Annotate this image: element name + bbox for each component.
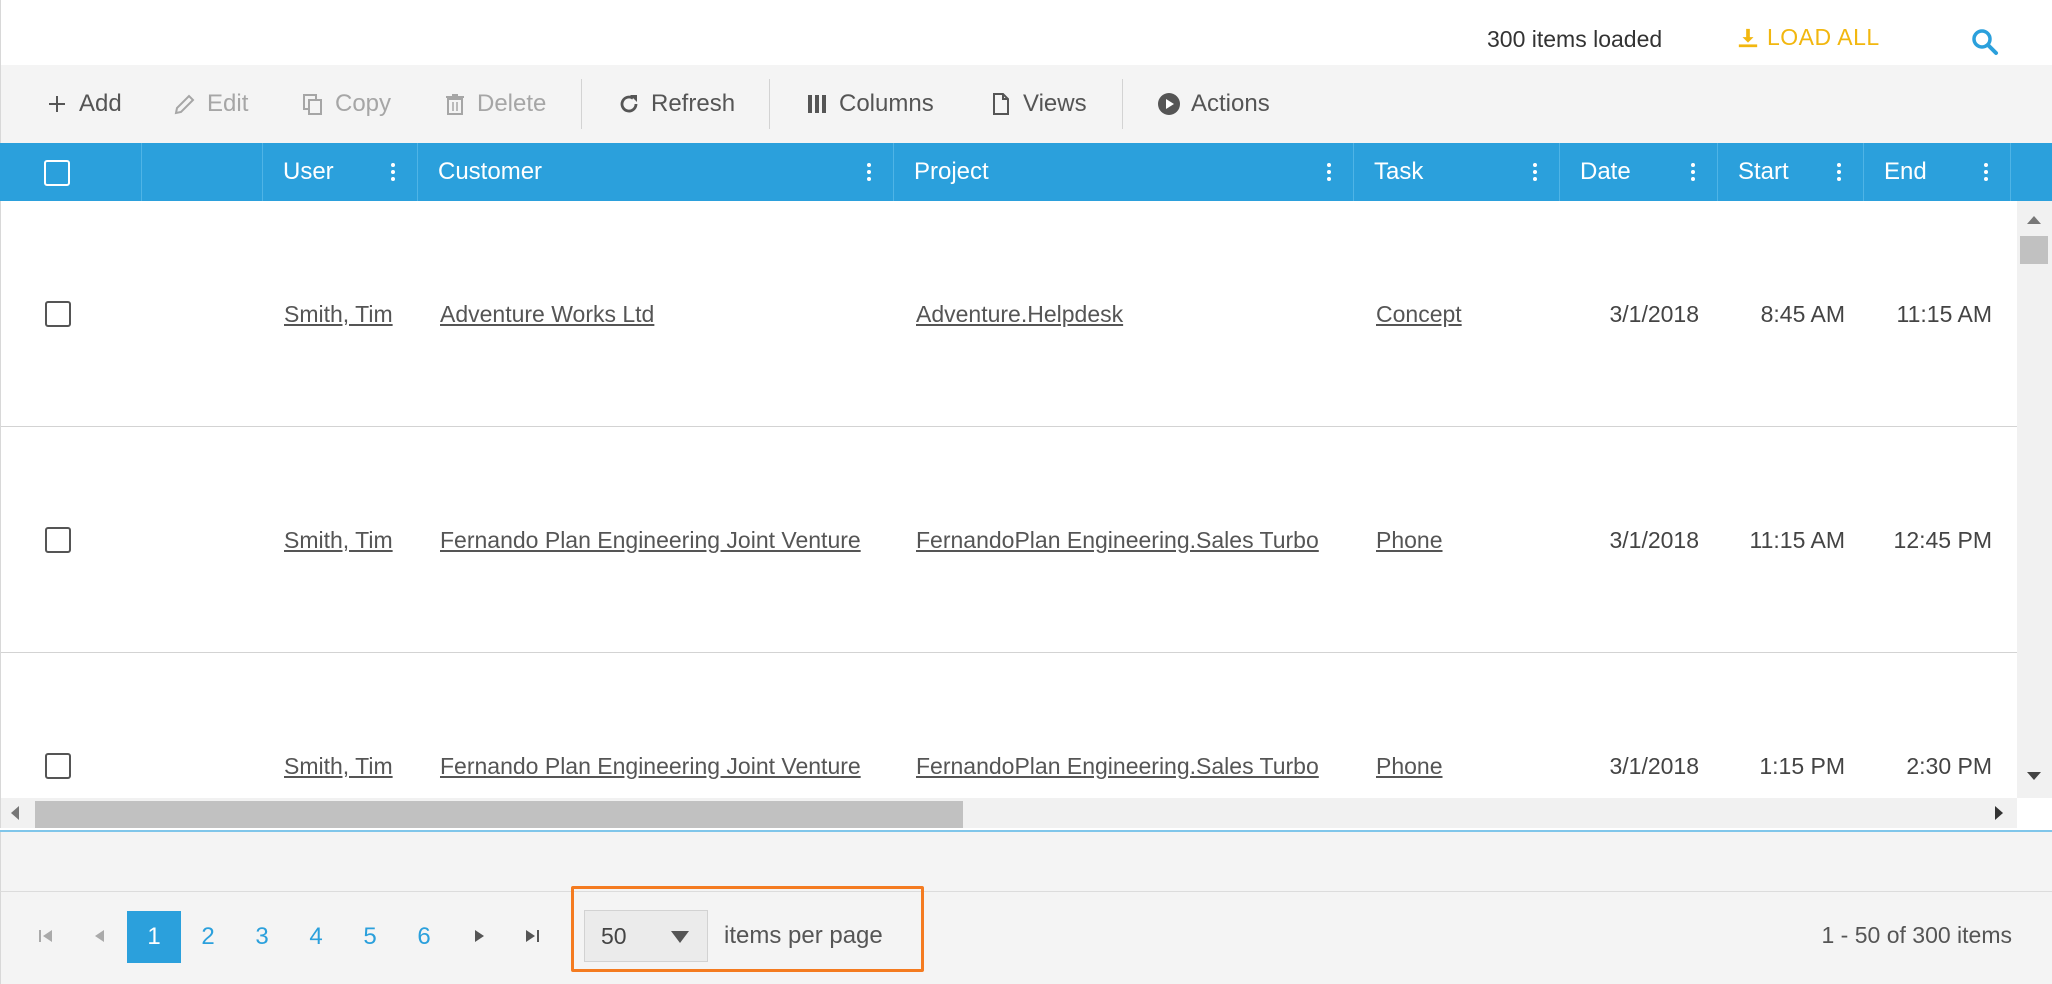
load-all-label: LOAD ALL — [1767, 24, 1880, 50]
vertical-scrollbar[interactable] — [2017, 201, 2052, 798]
page-size-highlight — [571, 886, 924, 972]
column-header-customer[interactable]: Customer — [418, 143, 894, 201]
table-row[interactable]: Smith, Tim Adventure Works Ltd Adventure… — [1, 201, 2017, 427]
edit-button[interactable]: Edit — [173, 65, 248, 143]
cell-customer[interactable]: Adventure Works Ltd — [440, 201, 654, 427]
cell-user[interactable]: Smith, Tim — [284, 201, 393, 427]
grid-top-bar: 300 items loaded LOAD ALL — [0, 0, 2052, 65]
cell-task[interactable]: Phone — [1376, 427, 1443, 653]
cell-date: 3/1/2018 — [1609, 300, 1699, 327]
pager-info: 1 - 50 of 300 items — [1821, 922, 2013, 948]
column-menu-icon[interactable] — [1691, 163, 1695, 181]
actions-button[interactable]: Actions — [1157, 65, 1270, 143]
download-icon — [1738, 28, 1758, 47]
cell-project[interactable]: Adventure.Helpdesk — [916, 201, 1123, 427]
cell-end: 11:15 AM — [1896, 300, 1992, 327]
copy-icon — [303, 94, 322, 115]
header-spacer-cell — [142, 143, 263, 201]
grid-footer-band — [0, 832, 2052, 892]
header-select-all-cell — [0, 143, 142, 201]
scroll-left-arrow-icon[interactable] — [8, 803, 22, 823]
column-menu-icon[interactable] — [1984, 163, 1988, 181]
column-header-project[interactable]: Project — [894, 143, 1354, 201]
cell-project[interactable]: FernandoPlan Engineering.Sales Turbo — [916, 427, 1319, 653]
row-checkbox[interactable] — [45, 527, 71, 553]
scroll-down-arrow-icon[interactable] — [2024, 770, 2044, 784]
column-header-end[interactable]: End — [1864, 143, 2011, 201]
column-menu-icon[interactable] — [867, 163, 871, 181]
page-6-button[interactable]: 6 — [397, 911, 451, 963]
cell-customer[interactable]: Fernando Plan Engineering Joint Venture — [440, 653, 861, 798]
views-button[interactable]: Views — [989, 65, 1087, 143]
column-menu-icon[interactable] — [1837, 163, 1841, 181]
table-row[interactable]: Smith, Tim Fernando Plan Engineering Joi… — [1, 427, 2017, 653]
column-header-start[interactable]: Start — [1718, 143, 1864, 201]
document-icon — [993, 93, 1009, 115]
cell-date: 3/1/2018 — [1609, 752, 1699, 779]
first-page-icon[interactable] — [31, 921, 61, 951]
copy-button[interactable]: Copy — [301, 65, 391, 143]
cell-end: 12:45 PM — [1893, 526, 1992, 553]
toolbar-divider — [581, 79, 582, 129]
scroll-right-arrow-icon[interactable] — [1992, 803, 2006, 823]
scroll-up-arrow-icon[interactable] — [2024, 212, 2044, 226]
columns-icon — [808, 95, 826, 113]
page-4-button[interactable]: 4 — [289, 911, 343, 963]
cell-start: 8:45 AM — [1760, 300, 1845, 327]
column-header-task[interactable]: Task — [1354, 143, 1560, 201]
play-circle-icon — [1158, 93, 1180, 115]
load-all-button[interactable]: LOAD ALL — [1737, 24, 1880, 51]
refresh-icon — [620, 95, 638, 113]
cell-date: 3/1/2018 — [1609, 526, 1699, 553]
cell-user[interactable]: Smith, Tim — [284, 427, 393, 653]
row-checkbox[interactable] — [45, 301, 71, 327]
vertical-scroll-thumb[interactable] — [2020, 236, 2048, 264]
column-menu-icon[interactable] — [1533, 163, 1537, 181]
columns-button[interactable]: Columns — [805, 65, 934, 143]
search-icon[interactable] — [1971, 28, 1999, 56]
column-menu-icon[interactable] — [1327, 163, 1331, 181]
cell-customer[interactable]: Fernando Plan Engineering Joint Venture — [440, 427, 861, 653]
pencil-icon — [174, 94, 195, 115]
grid-header: User Customer Project Task Date Start En… — [0, 143, 2052, 201]
refresh-button[interactable]: Refresh — [617, 65, 735, 143]
items-loaded-count: 300 items loaded — [1487, 26, 1663, 52]
column-header-date[interactable]: Date — [1560, 143, 1718, 201]
page-3-button[interactable]: 3 — [235, 911, 289, 963]
horizontal-scroll-thumb[interactable] — [35, 801, 963, 828]
delete-button[interactable]: Delete — [443, 65, 546, 143]
table-row[interactable]: Smith, Tim Fernando Plan Engineering Joi… — [1, 653, 2017, 798]
add-button[interactable]: Add — [45, 65, 122, 143]
next-page-icon[interactable] — [464, 921, 494, 951]
cell-start: 1:15 PM — [1759, 752, 1845, 779]
previous-page-icon[interactable] — [85, 921, 115, 951]
cell-project[interactable]: FernandoPlan Engineering.Sales Turbo — [916, 653, 1319, 798]
grid-body: Smith, Tim Adventure Works Ltd Adventure… — [0, 201, 2017, 798]
page-5-button[interactable]: 5 — [343, 911, 397, 963]
trash-icon — [446, 94, 464, 115]
column-menu-icon[interactable] — [391, 163, 395, 181]
page-2-button[interactable]: 2 — [181, 911, 235, 963]
plus-icon — [49, 96, 65, 112]
select-all-checkbox[interactable] — [44, 160, 70, 186]
grid-toolbar: Add Edit Copy Delete Refresh Columns Vie… — [0, 65, 2052, 143]
cell-user[interactable]: Smith, Tim — [284, 653, 393, 798]
column-header-user[interactable]: User — [263, 143, 418, 201]
cell-end: 2:30 PM — [1906, 752, 1992, 779]
last-page-icon[interactable] — [517, 921, 547, 951]
pager: 1 2 3 4 5 6 — [0, 892, 2052, 984]
toolbar-divider — [769, 79, 770, 129]
cell-task[interactable]: Concept — [1376, 201, 1462, 427]
cell-start: 11:15 AM — [1749, 526, 1845, 553]
cell-task[interactable]: Phone — [1376, 653, 1443, 798]
row-checkbox[interactable] — [45, 753, 71, 779]
page-1-button[interactable]: 1 — [127, 911, 181, 963]
toolbar-divider — [1122, 79, 1123, 129]
